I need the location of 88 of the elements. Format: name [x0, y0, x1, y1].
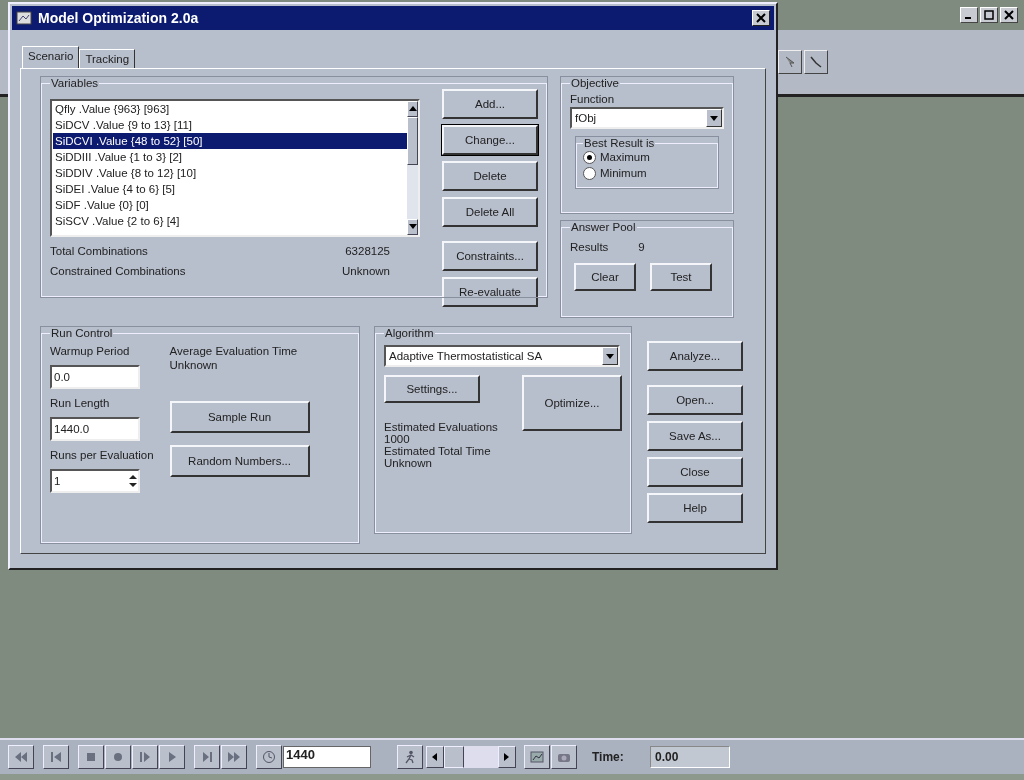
variable-button[interactable]: Add... [442, 89, 538, 119]
run-length-field[interactable]: 1440.0 [50, 417, 140, 441]
variable-button[interactable]: Delete All [442, 197, 538, 227]
runs-spinner[interactable]: 1 [50, 469, 140, 493]
group-label: Variables [50, 77, 100, 89]
close-button[interactable] [752, 10, 770, 26]
chart-icon[interactable] [524, 745, 550, 769]
run-length-label: Run Length [50, 397, 111, 409]
down-arrow-icon[interactable] [408, 224, 417, 230]
dropdown-arrow-icon[interactable] [606, 353, 614, 359]
optimize-button[interactable]: Optimize... [522, 375, 622, 431]
random-numbers-button[interactable]: Random Numbers... [169, 445, 310, 477]
left-arrow-icon[interactable] [432, 753, 438, 761]
total-value: 6328125 [345, 245, 390, 257]
list-item[interactable]: SiSCV .Value {2 to 6} [4] [53, 213, 407, 229]
function-dropdown[interactable]: fObj [570, 107, 724, 129]
time-value: 0.00 [650, 746, 730, 768]
rewind-icon[interactable] [8, 745, 34, 769]
list-item[interactable]: Qfly .Value {963} [963] [53, 101, 407, 117]
runs-label: Runs per Evaluation [50, 449, 154, 461]
runner-icon[interactable] [397, 745, 423, 769]
warmup-field[interactable]: 0.0 [50, 365, 140, 389]
dialog-button[interactable]: Help [647, 493, 743, 523]
radio-option[interactable]: Minimum [583, 165, 711, 181]
pool-button[interactable]: Clear [574, 263, 636, 291]
group-label: Answer Pool [570, 221, 637, 233]
group-label: Objective [570, 77, 620, 89]
variable-button[interactable]: Re-evaluate [442, 277, 538, 307]
tab[interactable]: Scenario [22, 46, 80, 68]
group-label: Algorithm [384, 327, 435, 339]
list-item[interactable]: SiDF .Value {0} [0] [53, 197, 407, 213]
list-item[interactable]: SiDDIII .Value {1 to 3} [2] [53, 149, 407, 165]
window-title: Model Optimization 2.0a [38, 10, 200, 26]
list-item[interactable]: SiDCV .Value {9 to 13} [11] [53, 117, 407, 133]
clock-icon[interactable] [256, 745, 282, 769]
dialog-button[interactable]: Close [647, 457, 743, 487]
warmup-label: Warmup Period [50, 345, 131, 357]
variable-button[interactable]: Delete [442, 161, 538, 191]
camera-icon[interactable] [551, 745, 577, 769]
record-icon[interactable] [105, 745, 131, 769]
scrollbar[interactable] [407, 101, 418, 235]
list-item[interactable]: SiDDIV .Value {8 to 12} [10] [53, 165, 407, 181]
dialog-button[interactable]: Open... [647, 385, 743, 415]
right-arrow-icon[interactable] [504, 753, 510, 761]
settings-button[interactable]: Settings... [384, 375, 480, 403]
average-time-value: Unknown [169, 359, 219, 371]
stop-icon[interactable] [78, 745, 104, 769]
step-play-icon[interactable] [132, 745, 158, 769]
up-arrow-icon[interactable] [408, 106, 417, 112]
app-icon [16, 11, 32, 25]
dropdown-arrow-icon[interactable] [710, 115, 718, 121]
pool-button[interactable]: Test [650, 263, 712, 291]
list-item[interactable]: SiDCVI .Value {48 to 52} [50] [53, 133, 407, 149]
step-end-icon[interactable] [194, 745, 220, 769]
speed-scrollbar[interactable] [426, 746, 516, 768]
sample-run-button[interactable]: Sample Run [169, 401, 310, 433]
estimated-evaluations-value: 1000 [384, 433, 411, 445]
play-icon[interactable] [159, 745, 185, 769]
maximize-icon[interactable] [980, 7, 998, 23]
results-label: Results [570, 241, 609, 253]
estimated-time-value: Unknown [384, 457, 433, 469]
list-item[interactable]: SiDEI .Value {4 to 6} [5] [53, 181, 407, 197]
tab[interactable]: Tracking [79, 49, 136, 68]
dialog-button[interactable]: Analyze... [647, 341, 743, 371]
estimated-evaluations-label: Estimated Evaluations [384, 421, 499, 433]
constrained-label: Constrained Combinations [50, 265, 186, 277]
line-tool-icon[interactable] [804, 50, 828, 74]
step-back-icon[interactable] [43, 745, 69, 769]
variable-button[interactable]: Constraints... [442, 241, 538, 271]
close-icon[interactable] [1000, 7, 1018, 23]
estimated-time-label: Estimated Total Time [384, 445, 492, 457]
results-value: 9 [638, 241, 645, 253]
function-label: Function [570, 93, 616, 105]
fast-forward-icon[interactable] [221, 745, 247, 769]
variables-list[interactable] [50, 99, 420, 237]
radio-option[interactable]: Maximum [583, 149, 711, 165]
algorithm-dropdown[interactable]: Adaptive Thermostatistical SA [384, 345, 620, 367]
dialog-button[interactable]: Save As... [647, 421, 743, 451]
average-time-label: Average Evaluation Time [169, 345, 299, 357]
group-label: Run Control [50, 327, 114, 339]
variable-button[interactable]: Change... [442, 125, 538, 155]
total-label: Total Combinations [50, 245, 148, 257]
minimize-icon[interactable] [960, 7, 978, 23]
pointer-icon[interactable] [778, 50, 802, 74]
constrained-value: Unknown [342, 265, 390, 277]
group-label: Best Result is [583, 137, 656, 149]
time-label: Time: [592, 750, 625, 764]
steps-field[interactable]: 1440 [283, 746, 371, 768]
